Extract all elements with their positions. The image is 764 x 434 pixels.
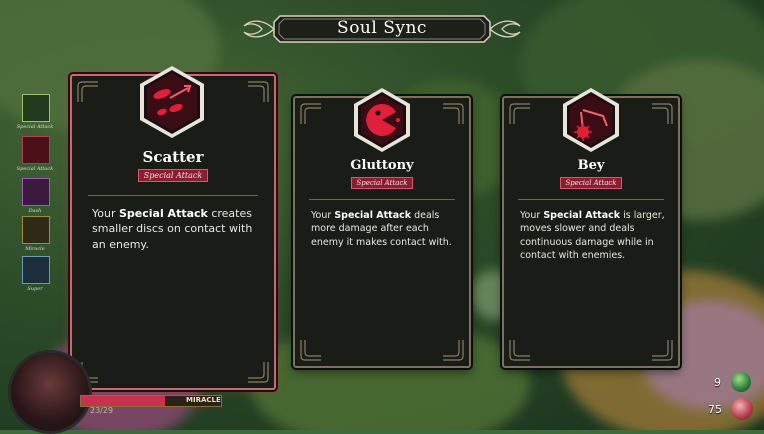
sidebar-item-label: Super xyxy=(27,286,43,292)
special-attack-tag: Special Attack xyxy=(138,169,208,182)
special-attack-tag: Special Attack xyxy=(351,177,413,189)
card-description: Your Special Attack creates smaller disc… xyxy=(92,207,253,251)
sidebar-item-label: Special Attack xyxy=(16,124,54,130)
card-title: Scatter xyxy=(142,148,204,166)
ornament-icon xyxy=(509,340,530,361)
super-icon[interactable] xyxy=(22,256,50,284)
page-title: Soul Sync xyxy=(337,18,427,38)
card-description: Your Special Attack deals more damage af… xyxy=(311,210,452,248)
sidebar-item-label: Miracle xyxy=(25,246,45,252)
resource-count-gems: 9 xyxy=(714,376,721,389)
sidebar-item-label: Dash xyxy=(28,208,42,214)
ornament-icon xyxy=(443,340,464,361)
player-portrait xyxy=(8,350,92,434)
sidebar-item-label: Special Attack xyxy=(16,166,54,172)
card-title: Bey xyxy=(577,158,605,173)
miracle-icon[interactable] xyxy=(22,216,50,244)
miracle-label: MIRACLE xyxy=(186,396,221,404)
scatter-discs-icon xyxy=(140,66,204,138)
bey-spinning-blade-icon xyxy=(563,88,619,152)
ornament-icon xyxy=(300,340,321,361)
ornament-icon xyxy=(77,81,98,102)
resource-count-orbs: 75 xyxy=(708,403,722,416)
special-attack-icon[interactable] xyxy=(22,94,50,122)
divider xyxy=(309,199,455,200)
ornament-icon xyxy=(248,362,269,383)
special-attack-tag: Special Attack xyxy=(560,177,622,189)
card-title: Gluttony xyxy=(350,158,414,173)
title-banner: Soul Sync xyxy=(240,12,524,46)
ornament-icon xyxy=(652,340,673,361)
dash-icon[interactable] xyxy=(22,178,50,206)
special-attack-disc-icon[interactable] xyxy=(22,136,50,164)
upgrade-card-bey[interactable]: Bey Special Attack Your Special Attack i… xyxy=(502,88,680,368)
green-gem-icon xyxy=(731,372,751,392)
ornament-icon xyxy=(509,103,530,124)
ornament-icon xyxy=(248,81,269,102)
card-description: Your Special Attack is larger, moves slo… xyxy=(520,210,665,261)
divider xyxy=(518,199,664,200)
ornament-icon xyxy=(443,103,464,124)
red-orb-icon xyxy=(731,398,753,420)
divider xyxy=(88,195,258,196)
gluttony-chomper-icon xyxy=(354,88,410,152)
upgrade-card-scatter[interactable]: Scatter Special Attack Your Special Atta… xyxy=(70,66,276,390)
ornament-icon xyxy=(300,103,321,124)
health-text: 23/29 xyxy=(90,406,114,415)
upgrade-card-gluttony[interactable]: Gluttony Special Attack Your Special Att… xyxy=(293,88,471,368)
ornament-icon xyxy=(652,103,673,124)
